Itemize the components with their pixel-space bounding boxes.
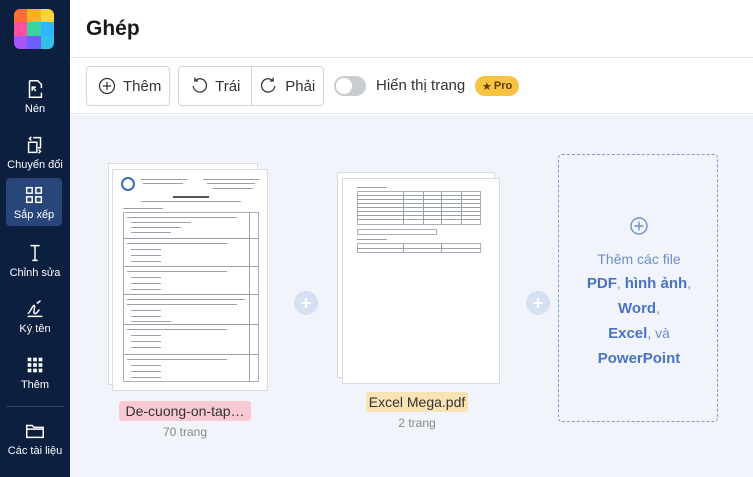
- file-name-badge: De-cuong-on-tap…: [119, 401, 251, 421]
- sidebar-item-label: Chỉnh sửa: [9, 267, 61, 279]
- drop-zone-text: Thêm các file PDF, hình ảnh, Word, Excel…: [586, 251, 692, 367]
- insert-file-button[interactable]: [526, 291, 550, 315]
- file-card[interactable]: De-cuong-on-tap… 70 trang: [100, 163, 270, 439]
- text-cursor-icon: [30, 244, 40, 262]
- sidebar-item-edit[interactable]: Chỉnh sửa: [0, 236, 70, 286]
- logo-tile: [40, 35, 54, 49]
- rotate-left-button[interactable]: Trái: [179, 67, 251, 105]
- more-apps-icon: [27, 357, 43, 373]
- rotate-right-label: Phải: [285, 77, 316, 95]
- rotate-button-group: Trái Phải: [178, 66, 324, 106]
- logo-tile: [27, 9, 41, 23]
- sidebar-item-arrange[interactable]: Sắp xếp: [6, 178, 62, 226]
- page-sheet-front: [342, 178, 500, 384]
- toggle-knob: [336, 78, 352, 94]
- logo-tile: [14, 35, 28, 49]
- file-thumbnail[interactable]: [332, 172, 502, 384]
- logo-tile: [14, 22, 28, 36]
- logo-tile: [40, 22, 54, 36]
- star-icon: ★: [482, 80, 492, 93]
- format-word: Word: [618, 300, 657, 317]
- file-page-count: 70 trang: [162, 425, 208, 439]
- format-powerpoint: PowerPoint: [597, 350, 681, 367]
- logo-tile: [27, 35, 41, 49]
- show-pages-label: Hiển thị trang: [376, 77, 466, 94]
- plus-circle-icon: [98, 77, 116, 95]
- sidebar-item-label: Các tài liệu: [7, 445, 63, 457]
- logo-tile: [14, 9, 28, 23]
- show-pages-toggle[interactable]: [334, 76, 366, 96]
- sidebar-divider: [6, 406, 64, 407]
- pro-badge: ★ Pro: [475, 76, 520, 96]
- page-title: Ghép: [86, 17, 140, 40]
- sidebar-item-compress[interactable]: Nén: [0, 72, 70, 122]
- file-thumbnail[interactable]: [100, 163, 270, 393]
- file-name: De-cuong-on-tap…: [125, 403, 245, 419]
- add-file-button[interactable]: Thêm: [86, 66, 170, 106]
- folder-icon: [26, 424, 44, 439]
- rotate-left-label: Trái: [215, 77, 241, 95]
- sidebar-item-label: Chuyển đổi: [7, 159, 63, 171]
- signature-icon: [27, 300, 43, 318]
- drop-zone-line1: Thêm các file: [597, 251, 681, 267]
- format-pdf: PDF: [586, 275, 617, 292]
- and-text: và: [655, 325, 670, 341]
- rotate-right-icon: [261, 77, 276, 93]
- insert-file-button[interactable]: [294, 291, 318, 315]
- page-sheet-front: [112, 169, 268, 391]
- compress-icon: [28, 80, 43, 98]
- logo-tile: [27, 22, 41, 36]
- sidebar: Nén Chuyển đổi Sắp xếp Chỉnh sửa Ký tên …: [0, 0, 70, 477]
- format-images: hình ảnh: [624, 275, 688, 292]
- sidebar-item-convert[interactable]: Chuyển đổi: [0, 128, 70, 178]
- file-card[interactable]: Excel Mega.pdf 2 trang: [332, 172, 502, 430]
- sidebar-item-sign[interactable]: Ký tên: [0, 292, 70, 342]
- sidebar-item-label: Ký tên: [19, 323, 51, 335]
- add-file-label: Thêm: [123, 77, 162, 95]
- convert-icon: [27, 136, 42, 154]
- plus-circle-icon: [630, 217, 648, 235]
- file-page-count: 2 trang: [398, 416, 436, 430]
- rotate-right-button[interactable]: Phải: [250, 67, 324, 105]
- sidebar-item-label: Thêm: [20, 379, 50, 391]
- toolbar: Thêm Trái Phải Hiển thị trang ★ Pro: [70, 58, 753, 114]
- app-logo[interactable]: [14, 9, 54, 49]
- sidebar-item-label: Nén: [24, 103, 46, 115]
- plus-icon: [533, 298, 543, 308]
- add-files-drop-zone[interactable]: Thêm các file PDF, hình ảnh, Word, Excel…: [558, 154, 718, 422]
- sidebar-item-more[interactable]: Thêm: [0, 348, 70, 398]
- pro-badge-label: Pro: [493, 80, 513, 92]
- sidebar-item-documents[interactable]: Các tài liệu: [0, 414, 70, 464]
- rotate-left-icon: [192, 77, 208, 93]
- school-logo: [121, 177, 135, 191]
- format-excel: Excel: [608, 325, 648, 342]
- grid-icon: [25, 186, 43, 204]
- file-name: Excel Mega.pdf: [368, 394, 466, 410]
- header: Ghép: [70, 0, 753, 58]
- sidebar-item-label: Sắp xếp: [13, 209, 55, 221]
- plus-icon: [301, 298, 311, 308]
- merge-canvas: De-cuong-on-tap… 70 trang Excel Mega.pdf…: [70, 115, 753, 477]
- file-name-badge: Excel Mega.pdf: [366, 392, 468, 412]
- logo-tile: [40, 9, 54, 23]
